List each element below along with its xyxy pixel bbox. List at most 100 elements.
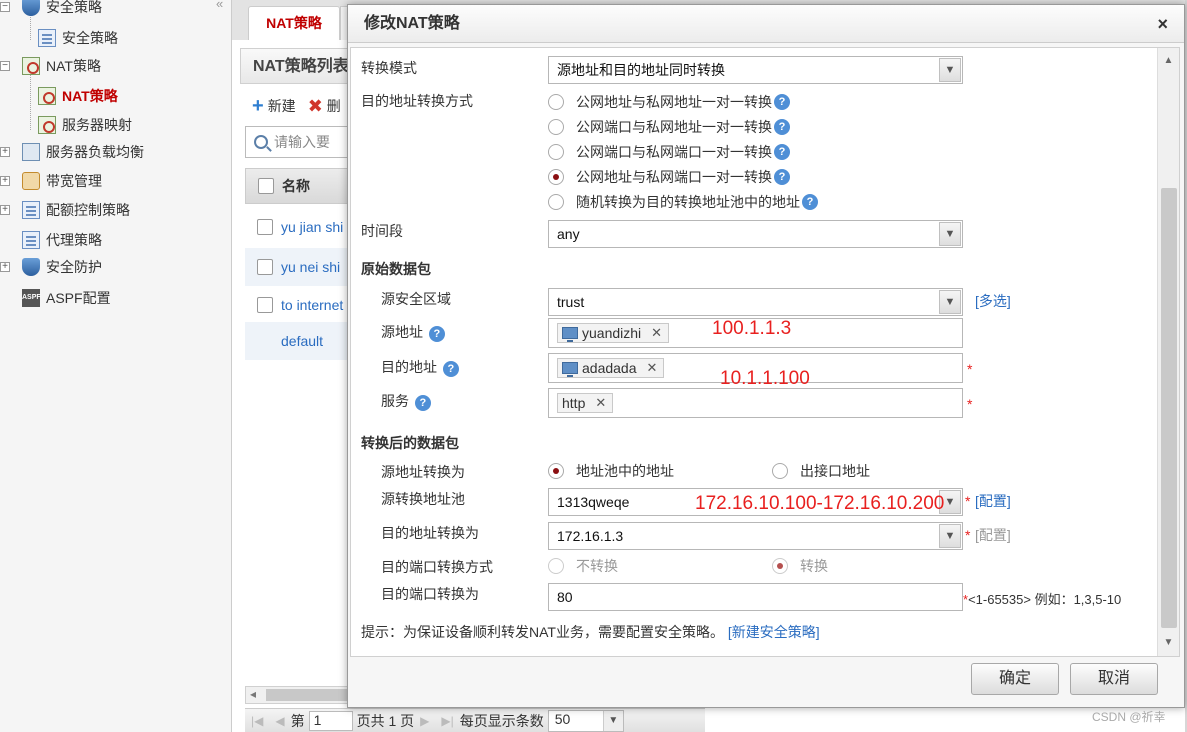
dest-method-option-3[interactable]: 公网端口与私网端口一对一转换 ? (548, 142, 790, 162)
tab-nat-policy[interactable]: NAT策略 (248, 6, 340, 40)
sidebar-item-protection[interactable]: + 安全防护 (0, 256, 102, 278)
table-row[interactable]: default (245, 322, 355, 360)
radio-button-selected[interactable] (548, 169, 564, 185)
expand-toggle-icon[interactable]: + (0, 262, 10, 272)
help-icon[interactable]: ? (802, 194, 818, 210)
search-input[interactable]: 请输入要 (245, 126, 355, 158)
dest-method-option-2[interactable]: 公网端口与私网地址一对一转换 ? (548, 117, 790, 137)
sidebar-item-nat-policy-group[interactable]: − NAT策略 (0, 55, 101, 77)
sidebar-item-bandwidth[interactable]: + 带宽管理 (0, 170, 102, 192)
table-row[interactable]: yu jian shi (245, 208, 355, 246)
prev-page-icon[interactable]: ◀ (275, 714, 284, 728)
option-label: 公网地址与私网端口一对一转换 (576, 169, 772, 185)
scrollbar-thumb[interactable] (266, 689, 356, 701)
sidebar-item-aspf[interactable]: ASPF ASPF配置 (22, 287, 111, 309)
radio-button[interactable] (772, 463, 788, 479)
last-page-icon[interactable]: ▶| (441, 714, 453, 728)
close-icon[interactable]: × (1157, 5, 1168, 43)
policy-name-link[interactable]: default (281, 333, 323, 349)
scroll-down-icon[interactable]: ▼ (1158, 634, 1179, 652)
option-label: 公网端口与私网地址一对一转换 (576, 119, 772, 135)
new-button[interactable]: + 新建 (252, 96, 296, 116)
dst-trans-config-link[interactable]: [配置] (975, 525, 1011, 545)
multi-select-link[interactable]: [多选] (975, 291, 1011, 311)
policy-name-link[interactable]: yu jian shi (281, 219, 343, 235)
scrollbar-thumb[interactable] (1161, 188, 1177, 628)
radio-button[interactable] (548, 144, 564, 160)
new-security-policy-link[interactable]: [新建安全策略] (728, 624, 820, 640)
dest-method-option-1[interactable]: 公网地址与私网地址一对一转换 ? (548, 92, 790, 112)
row-checkbox[interactable] (257, 259, 273, 275)
remove-tag-icon[interactable]: ✕ (595, 395, 606, 411)
sidebar-item-security-policy[interactable]: 安全策略 (38, 27, 118, 49)
radio-button-selected[interactable] (548, 463, 564, 479)
horizontal-scrollbar[interactable] (245, 686, 356, 704)
sidebar-item-quota[interactable]: + 配额控制策略 (0, 199, 130, 221)
mode-select[interactable]: 源地址和目的地址同时转换 ▼ (548, 56, 963, 84)
dest-method-option-4[interactable]: 公网地址与私网端口一对一转换 ? (548, 167, 790, 187)
remove-tag-icon[interactable]: ✕ (651, 325, 662, 341)
help-icon[interactable]: ? (428, 326, 445, 342)
sidebar-item-server-load-balancing[interactable]: + 服务器负载均衡 (0, 141, 144, 163)
vertical-scrollbar[interactable]: ▲ ▼ (1157, 48, 1179, 656)
new-label: 新建 (267, 98, 296, 114)
expand-toggle-icon[interactable]: + (0, 205, 10, 215)
table-row[interactable]: yu nei shi (245, 248, 355, 286)
cancel-button[interactable]: 取消 (1070, 663, 1158, 695)
radio-button[interactable] (548, 194, 564, 210)
delete-button[interactable]: ✖ 删 (308, 96, 341, 117)
sidebar-item-nat-policy[interactable]: NAT策略 (38, 85, 118, 107)
help-icon[interactable]: ? (774, 94, 790, 110)
collapse-toggle-icon[interactable]: − (0, 2, 10, 12)
select-all-checkbox[interactable] (258, 178, 274, 194)
service-field[interactable]: http ✕ (548, 388, 963, 418)
time-select[interactable]: any ▼ (548, 220, 963, 248)
first-page-icon[interactable]: |◀ (251, 714, 263, 728)
column-name-header[interactable]: 名称 (282, 176, 310, 196)
policy-name-link[interactable]: yu nei shi (281, 259, 340, 275)
dialog-header: 修改NAT策略 × (348, 5, 1184, 43)
option-label: 转换 (800, 558, 828, 574)
dest-method-option-5[interactable]: 随机转换为目的转换地址池中的地址 ? (548, 192, 818, 212)
port-value: 80 (557, 589, 573, 605)
row-checkbox[interactable] (257, 219, 273, 235)
search-icon (254, 135, 268, 149)
page-number-input[interactable]: 1 (308, 710, 353, 731)
collapse-sidebar-icon[interactable]: « (216, 0, 223, 11)
next-page-icon[interactable]: ▶ (420, 714, 429, 728)
remove-tag-icon[interactable]: ✕ (647, 360, 658, 376)
sidebar-item-server-mapping[interactable]: 服务器映射 (38, 114, 132, 136)
sidebar-item-proxy[interactable]: 代理策略 (22, 229, 102, 251)
expand-toggle-icon[interactable]: + (0, 176, 10, 186)
help-icon[interactable]: ? (774, 119, 790, 135)
help-icon[interactable]: ? (774, 144, 790, 160)
help-icon[interactable]: ? (774, 169, 790, 185)
src-zone-select[interactable]: trust ▼ (548, 288, 963, 316)
radio-button[interactable] (548, 119, 564, 135)
radio-button-disabled[interactable] (548, 558, 564, 574)
scroll-up-icon[interactable]: ▲ (1158, 52, 1179, 70)
src-trans-interface-option[interactable]: 出接口地址 (772, 461, 870, 481)
src-addr-tag: yuandizhi ✕ (557, 323, 670, 343)
per-page-select[interactable]: 50 ▼ (547, 709, 624, 732)
page-total: 页共 1 页 (356, 712, 415, 729)
help-icon[interactable]: ? (442, 361, 459, 377)
port-trans-option[interactable]: 转换 (772, 556, 828, 576)
dst-trans-select[interactable]: 172.16.1.3 ▼ (548, 522, 963, 550)
radio-button[interactable] (548, 94, 564, 110)
port-input[interactable]: 80 (548, 583, 963, 611)
src-pool-value: 1313qweqe (557, 494, 630, 510)
table-row[interactable]: to internet (245, 286, 355, 324)
radio-button-selected-disabled[interactable] (772, 558, 788, 574)
row-checkbox[interactable] (257, 297, 273, 313)
src-trans-pool-option[interactable]: 地址池中的地址 (548, 461, 674, 481)
policy-name-link[interactable]: to internet (281, 297, 343, 313)
collapse-toggle-icon[interactable]: − (0, 61, 10, 71)
src-pool-config-link[interactable]: [配置] (975, 491, 1011, 511)
port-no-trans-option[interactable]: 不转换 (548, 556, 618, 576)
aspf-icon: ASPF (22, 289, 41, 307)
expand-toggle-icon[interactable]: + (0, 147, 10, 157)
help-icon[interactable]: ? (414, 395, 431, 411)
sidebar-item-security-policy-group[interactable]: − 安全策略 (0, 0, 102, 18)
confirm-button[interactable]: 确定 (971, 663, 1059, 695)
